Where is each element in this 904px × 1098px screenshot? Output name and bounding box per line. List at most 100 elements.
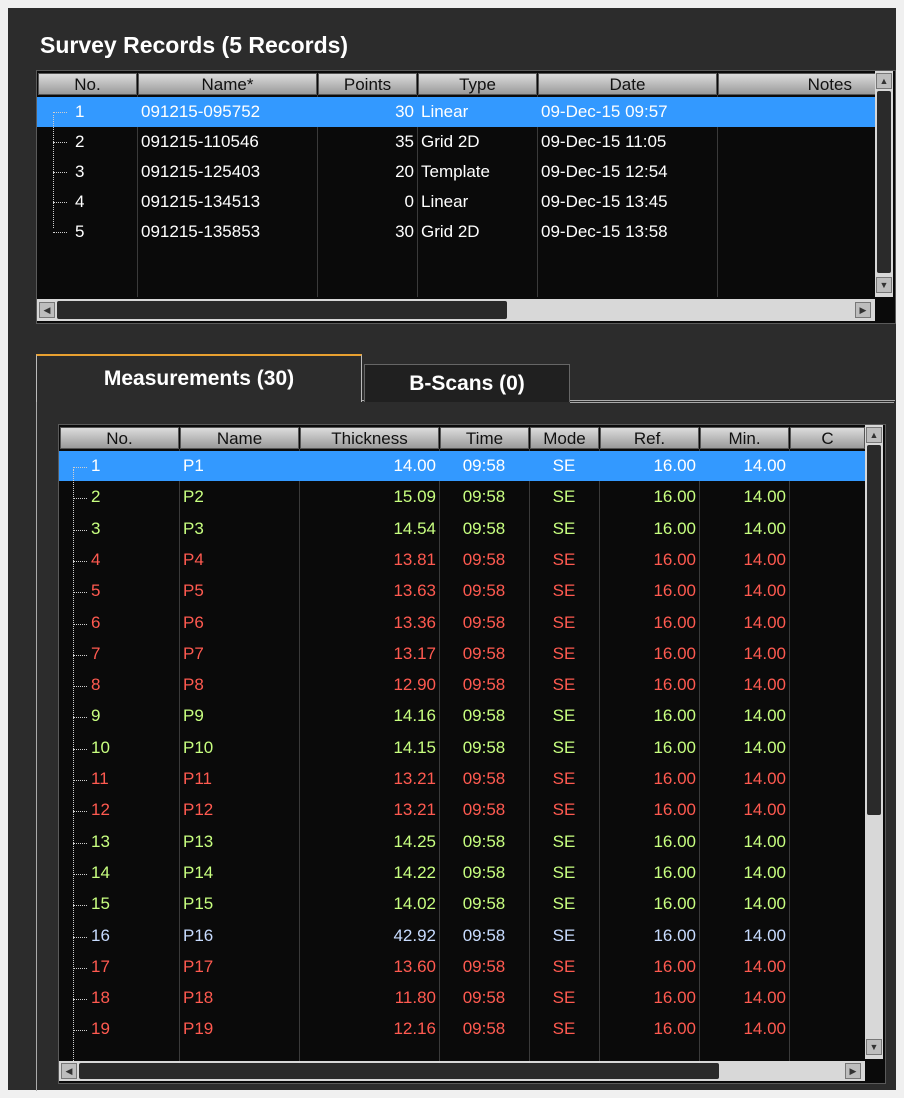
measurement-row[interactable]: 16 P16 42.92 09:58 SE 16.00 14.00 [59, 921, 865, 951]
measurement-cell-mode: SE [552, 487, 576, 507]
survey-cell-type: Grid 2D [421, 132, 480, 151]
measurements-hscroll-thumb[interactable] [79, 1063, 719, 1079]
measurement-cell-thickness: 14.00 [393, 456, 436, 475]
survey-hscroll-thumb[interactable] [57, 301, 507, 319]
column-header-no[interactable]: No. [60, 427, 179, 449]
measurement-cell-no: 1 [91, 456, 101, 475]
column-header-ref[interactable]: Ref. [600, 427, 699, 449]
measurement-row[interactable]: 2 P2 15.09 09:58 SE 16.00 14.00 [59, 482, 865, 512]
measurement-cell-min: 14.00 [743, 549, 786, 569]
measurement-cell-thickness: 13.17 [393, 643, 436, 663]
survey-row[interactable]: 5 091215-135853 30 Grid 2D 09-Dec-15 13:58 [37, 217, 877, 247]
scroll-left-icon[interactable]: ◀ [61, 1063, 77, 1079]
column-header-notes[interactable]: Notes [718, 73, 877, 95]
measurement-cell-mode: SE [552, 769, 576, 788]
survey-cell-name: 091215-110546 [141, 132, 259, 151]
measurement-cell-no: 9 [91, 706, 101, 726]
survey-row[interactable]: 3 091215-125403 20 Template 09-Dec-15 12:54 [37, 157, 877, 187]
measurement-row[interactable]: 7 P7 13.17 09:58 SE 16.00 14.00 [59, 639, 865, 669]
measurement-cell-thickness: 42.92 [393, 925, 436, 945]
survey-row[interactable]: 1 091215-095752 30 Linear 09-Dec-15 09:57 [37, 97, 877, 127]
survey-records-title: Survey Records (5 Records) [40, 32, 349, 58]
column-header-date[interactable]: Date [538, 73, 717, 95]
survey-cell-notes [717, 187, 877, 217]
measurements-vertical-scrollbar[interactable]: ▲ ▼ [865, 425, 883, 1059]
survey-row[interactable]: 2 091215-110546 35 Grid 2D 09-Dec-15 11:05 [37, 127, 877, 157]
survey-row[interactable]: 4 091215-134513 0 Linear 09-Dec-15 13:45 [37, 187, 877, 217]
tree-branch [53, 232, 67, 233]
measurement-cell-time: 09:58 [462, 643, 506, 663]
measurement-row[interactable]: 3 P3 14.54 09:58 SE 16.00 14.00 [59, 514, 865, 544]
column-header-time[interactable]: Time [440, 427, 529, 449]
column-header-min[interactable]: Min. [700, 427, 789, 449]
measurement-cell-thickness: 13.21 [393, 769, 436, 788]
column-header-c[interactable]: C [790, 427, 865, 449]
column-header-name[interactable]: Name [180, 427, 299, 449]
measurement-row[interactable]: 11 P11 13.21 09:58 SE 16.00 14.00 [59, 764, 865, 794]
measurement-row[interactable]: 14 P14 14.22 09:58 SE 16.00 14.00 [59, 858, 865, 888]
measurement-row[interactable]: 4 P4 13.81 09:58 SE 16.00 14.00 [59, 545, 865, 575]
measurement-cell-no: 12 [91, 800, 110, 820]
tab-bscans[interactable]: B-Scans (0) [364, 364, 570, 402]
column-header-no[interactable]: No. [38, 73, 137, 95]
scroll-up-icon[interactable]: ▲ [876, 73, 892, 89]
scroll-up-icon[interactable]: ▲ [866, 427, 882, 443]
measurement-row[interactable]: 17 P17 13.60 09:58 SE 16.00 14.00 [59, 952, 865, 982]
survey-vertical-scrollbar[interactable]: ▲ ▼ [875, 71, 893, 297]
scroll-down-icon[interactable]: ▼ [866, 1039, 882, 1055]
measurement-cell-mode: SE [552, 612, 576, 632]
tree-branch [73, 873, 87, 875]
measurement-cell-mode: SE [552, 737, 576, 757]
measurement-cell-min: 14.00 [743, 706, 786, 726]
tree-branch [73, 748, 87, 750]
measurement-cell-name: P18 [183, 988, 214, 1008]
measurement-cell-name: P10 [183, 737, 214, 757]
measurement-cell-min: 14.00 [743, 956, 786, 976]
measurement-cell-no: 2 [91, 487, 101, 507]
measurement-row[interactable]: 8 P8 12.90 09:58 SE 16.00 14.00 [59, 670, 865, 700]
measurement-row[interactable]: 9 P9 14.16 09:58 SE 16.00 14.00 [59, 701, 865, 731]
survey-vscroll-thumb[interactable] [877, 91, 891, 273]
tree-branch [53, 142, 67, 143]
measurement-cell-thickness: 13.21 [393, 800, 436, 820]
measurement-row[interactable]: 10 P10 14.15 09:58 SE 16.00 14.00 [59, 733, 865, 763]
measurement-cell-time: 09:58 [462, 518, 506, 538]
measurement-cell-min: 14.00 [743, 675, 786, 695]
measurement-row[interactable]: 18 P18 11.80 09:58 SE 16.00 14.00 [59, 983, 865, 1013]
survey-horizontal-scrollbar[interactable]: ◀ ▶ [37, 299, 875, 321]
scroll-right-icon[interactable]: ▶ [855, 302, 871, 318]
survey-cell-points: 20 [395, 162, 414, 181]
tree-branch [73, 654, 87, 656]
tab-measurements[interactable]: Measurements (30) [36, 354, 362, 402]
measurement-cell-no: 3 [91, 518, 101, 538]
measurements-grid[interactable]: No. Name Thickness Time Mode Ref. Min. C 1 P1 14.0… [58, 424, 886, 1084]
measurement-row[interactable]: 19 P19 12.16 09:58 SE 16.00 14.00 [59, 1014, 865, 1044]
scroll-down-icon[interactable]: ▼ [876, 277, 892, 293]
measurement-row[interactable]: 15 P15 14.02 09:58 SE 16.00 14.00 [59, 889, 865, 919]
scroll-left-icon[interactable]: ◀ [39, 302, 55, 318]
measurement-cell-ref: 16.00 [653, 612, 696, 632]
measurement-cell-thickness: 14.02 [393, 894, 436, 914]
measurement-cell-time: 09:58 [462, 925, 506, 945]
column-header-points[interactable]: Points [318, 73, 417, 95]
scroll-right-icon[interactable]: ▶ [845, 1063, 861, 1079]
measurement-cell-name: P11 [183, 769, 212, 788]
measurement-row[interactable]: 6 P6 13.36 09:58 SE 16.00 14.00 [59, 608, 865, 638]
tree-branch [53, 202, 67, 203]
survey-cell-notes [717, 97, 877, 127]
column-header-name[interactable]: Name* [138, 73, 317, 95]
measurement-cell-time: 09:58 [462, 581, 506, 601]
survey-records-grid[interactable]: No. Name* Points Type Date Notes 1 091215-09575… [36, 70, 896, 324]
column-header-mode[interactable]: Mode [530, 427, 599, 449]
measurement-row[interactable]: 12 P12 13.21 09:58 SE 16.00 14.00 [59, 795, 865, 825]
survey-cell-date: 09-Dec-15 11:05 [541, 132, 667, 151]
measurements-horizontal-scrollbar[interactable]: ◀ ▶ [59, 1061, 865, 1081]
survey-cell-name: 091215-125403 [141, 162, 261, 181]
tree-branch [73, 498, 87, 500]
column-header-type[interactable]: Type [418, 73, 537, 95]
measurement-row[interactable]: 1 P1 14.00 09:58 SE 16.00 14.00 [59, 451, 865, 481]
measurement-row[interactable]: 13 P13 14.25 09:58 SE 16.00 14.00 [59, 827, 865, 857]
measurements-vscroll-thumb[interactable] [867, 445, 881, 815]
column-header-thickness[interactable]: Thickness [300, 427, 439, 449]
measurement-row[interactable]: 5 P5 13.63 09:58 SE 16.00 14.00 [59, 576, 865, 606]
